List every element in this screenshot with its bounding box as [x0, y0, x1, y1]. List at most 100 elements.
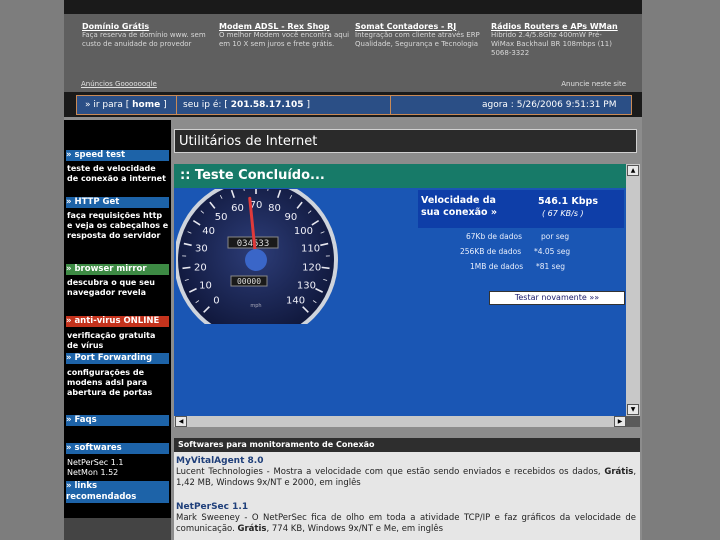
main-content: Utilitários de Internet :: Teste Concluí…: [171, 120, 642, 540]
ad-text: O melhor Modem você encontra aqui em 10 …: [219, 31, 350, 48]
row-time: por seg: [541, 232, 570, 241]
google-ads-link[interactable]: Anúncios Goooooogle: [81, 80, 157, 88]
desc-bold: Grátis: [237, 524, 267, 534]
ad-strip: Domínio Grátis Faça reserva de domínio w…: [64, 14, 642, 92]
sidebar-item-softwares[interactable]: » softwares: [66, 443, 169, 454]
time-label: agora :: [482, 100, 514, 110]
horizontal-scrollbar[interactable]: ◀ ▶: [174, 416, 626, 427]
ip-value: 201.58.17.105: [230, 100, 304, 110]
sidebar-item-browser-mirror[interactable]: » browser mirror: [66, 264, 169, 275]
ad-title[interactable]: Rádios Routers e APs WMan: [491, 22, 623, 31]
goto-suffix: ]: [163, 100, 167, 110]
sidebar-desc[interactable]: faça requisições http e veja os cabeçalh…: [67, 211, 169, 241]
top-bar: [64, 0, 642, 14]
row-time: *81 seg: [536, 262, 565, 271]
desc-bold: Grátis: [604, 467, 634, 477]
scroll-right-icon[interactable]: ▶: [614, 416, 626, 427]
sidebar-item-faqs[interactable]: » Faqs: [66, 415, 169, 426]
software-desc: Mark Sweeney - O NetPerSec fica de olho …: [176, 513, 636, 535]
ad-title[interactable]: Somat Contadores - RJ: [355, 22, 487, 31]
ad-title[interactable]: Modem ADSL - Rex Shop: [219, 22, 351, 31]
gauge-tick-label: 90: [285, 212, 298, 223]
needle-hub: [245, 249, 267, 271]
home-link[interactable]: home: [132, 100, 160, 110]
software-name-netpersec[interactable]: NetPerSec 1.1: [176, 502, 248, 512]
ad-4[interactable]: Rádios Routers e APs WMan Hibrido 2.4/5.…: [491, 22, 623, 58]
ad-3[interactable]: Somat Contadores - RJ Integração com cli…: [355, 22, 487, 49]
page-wrapper: Domínio Grátis Faça reserva de domínio w…: [64, 0, 642, 540]
gauge-tick-label: 100: [294, 226, 313, 237]
gauge-tick-label: 140: [286, 296, 305, 307]
software-list: MyVitalAgent 8.0 Lucent Technologies - M…: [174, 452, 640, 540]
ip-bar: » ir para [ home ] seu ip é: [ 201.58.17…: [76, 95, 632, 115]
ip-suffix: ]: [306, 100, 310, 110]
goto-prefix: » ir para [: [85, 100, 130, 110]
gauge-tick-label: 0: [213, 296, 219, 307]
trip-meter: 00000: [237, 277, 261, 286]
gauge-tick-label: 50: [215, 212, 228, 223]
gauge-tick-label: 30: [195, 244, 208, 255]
software-name-myvitalagent[interactable]: MyVitalAgent 8.0: [176, 456, 263, 466]
sidebar-software-netpersec[interactable]: NetPerSec 1.1: [67, 458, 169, 468]
sidebar-item-links[interactable]: » links recomendados: [66, 481, 169, 503]
ad-2[interactable]: Modem ADSL - Rex Shop O melhor Modem voc…: [219, 22, 351, 49]
speed-value: 546.1 Kbps: [538, 196, 598, 207]
gauge-tick: [182, 266, 191, 270]
ip-label: seu ip é: [: [183, 100, 228, 110]
test-header: :: Teste Concluído...: [174, 164, 626, 188]
sidebar-footer: [64, 518, 171, 540]
desc-tail: , 774 KB, Windows 9x/NT e Me, em inglês: [266, 524, 444, 534]
gauge-tick-label: 130: [297, 280, 316, 291]
gauge-tick-label: 110: [301, 244, 320, 255]
speed-test-panel: :: Teste Concluído... 0 10 20 30 40 50 60 70 80 9…: [174, 164, 626, 416]
desc-text: Lucent Technologies - Mostra a velocidad…: [176, 467, 601, 477]
speed-result-box: Velocidade da sua conexão » 546.1 Kbps (…: [418, 190, 624, 228]
ip-display: seu ip é: [ 201.58.17.105 ]: [183, 96, 310, 114]
row-time: *4.05 seg: [534, 247, 571, 256]
gauge-unit: mph: [250, 303, 261, 309]
speed-sub: ( 67 KB/s ): [542, 209, 584, 218]
ad-links: Anúncios Goooooogle Anuncie neste site: [81, 80, 626, 88]
ad-title[interactable]: Domínio Grátis: [82, 22, 214, 31]
gauge-tick-label: 20: [194, 262, 207, 273]
speed-label: Velocidade da sua conexão »: [421, 195, 498, 218]
divider: [176, 96, 177, 114]
gauge-tick: [321, 266, 330, 270]
advertise-link[interactable]: Anuncie neste site: [561, 80, 626, 88]
sidebar-desc[interactable]: descubra o que seu navegador revela: [67, 278, 169, 298]
software-desc: Lucent Technologies - Mostra a velocidad…: [176, 467, 636, 489]
sidebar-desc[interactable]: verificação gratuita de vírus: [67, 331, 169, 351]
time-value: 5/26/2006 9:51:31 PM: [516, 100, 617, 110]
scroll-up-icon[interactable]: ▲: [627, 165, 639, 176]
sidebar-item-speed-test[interactable]: » speed test: [66, 150, 169, 161]
gauge-tick-label: 40: [202, 226, 215, 237]
speed-test-frame: :: Teste Concluído... 0 10 20 30 40 50 60 70 80 9…: [174, 164, 640, 427]
page-title: Utilitários de Internet: [174, 129, 637, 153]
sidebar-item-antivirus[interactable]: » anti-virus ONLINE: [66, 316, 169, 327]
software-heading: Softwares para monitoramento de Conexão: [174, 438, 640, 452]
row-size: 256KB de dados: [460, 247, 522, 256]
gauge-tick-label: 60: [231, 203, 244, 214]
sidebar: » speed test teste de velocidade de cone…: [64, 120, 171, 540]
gauge-tick-label: 10: [199, 280, 212, 291]
ad-text: Hibrido 2.4/5.8Ghz 400mW Pré-WiMax Backh…: [491, 31, 612, 57]
sidebar-desc[interactable]: configurações de modens adsl para abertu…: [67, 368, 169, 398]
row-size: 67Kb de dados: [466, 232, 522, 241]
divider: [390, 96, 391, 114]
test-again-button[interactable]: Testar novamente »»: [489, 291, 625, 305]
gauge-tick-label: 120: [302, 262, 321, 273]
scroll-down-icon[interactable]: ▼: [627, 404, 639, 415]
scroll-left-icon[interactable]: ◀: [175, 416, 187, 427]
vertical-scrollbar[interactable]: ▲ ▼: [626, 164, 640, 416]
ad-text: Integração com cliente através ERP Quali…: [355, 31, 480, 48]
sidebar-software-netmon[interactable]: NetMon 1.52: [67, 468, 169, 478]
ad-1[interactable]: Domínio Grátis Faça reserva de domínio w…: [82, 22, 214, 49]
sidebar-item-port-forwarding[interactable]: » Port Forwarding: [66, 353, 169, 364]
sidebar-desc[interactable]: teste de velocidade de conexão a interne…: [67, 164, 169, 184]
ad-text: Faça reserva de domínio www. sem custo d…: [82, 31, 206, 48]
row-size: 1MB de dados: [470, 262, 524, 271]
speedometer-gauge: 0102030405060708090100110120130140 03453…: [176, 189, 338, 324]
current-time: agora : 5/26/2006 9:51:31 PM: [482, 96, 616, 114]
gauge-tick-label: 80: [268, 203, 281, 214]
sidebar-item-http-get[interactable]: » HTTP Get: [66, 197, 169, 208]
